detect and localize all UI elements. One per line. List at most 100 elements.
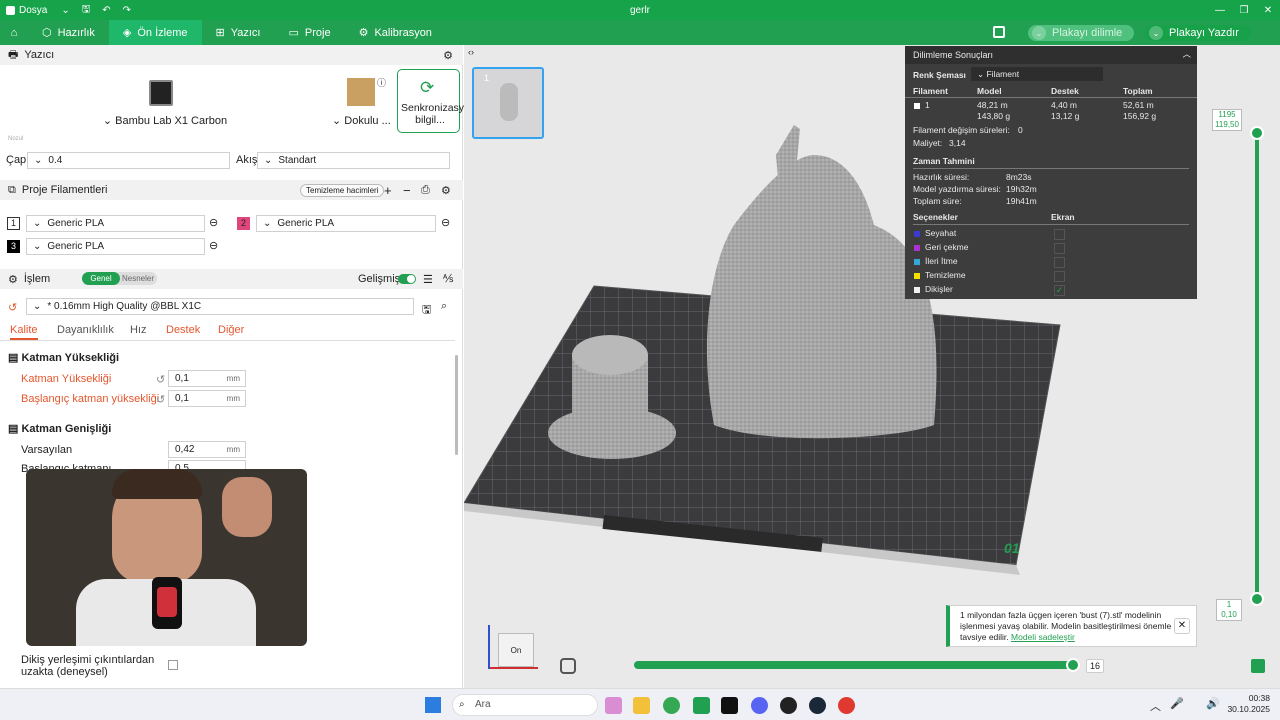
default-width-input[interactable]: 0,42 mm <box>168 441 246 458</box>
option-checkbox[interactable] <box>1054 271 1065 282</box>
home-icon[interactable]: ⌂ <box>0 20 28 45</box>
cost-value: 3,14 <box>949 138 966 148</box>
first-layer-height-label: Başlangıç katman yüksekliği <box>21 393 160 405</box>
tab-strength[interactable]: Dayanıklılık <box>57 324 114 336</box>
filament-swatch-3[interactable]: 3 <box>7 240 20 253</box>
remove-circle-icon[interactable]: ⊖ <box>209 216 218 229</box>
printer-selector[interactable]: ⌄ Bambu Lab X1 Carbon <box>4 70 326 132</box>
fit-view-icon[interactable] <box>560 658 576 674</box>
results-header: Dilimleme Sonuçları ︿ <box>905 46 1197 64</box>
tradingview-icon[interactable] <box>721 697 738 714</box>
advanced-toggle[interactable] <box>398 274 416 284</box>
general-objects-toggle[interactable]: Genel Nesneler <box>82 272 157 285</box>
bambu-studio-icon[interactable] <box>693 697 710 714</box>
filament-select-2[interactable]: ⌄ Generic PLA <box>256 215 436 232</box>
volume-icon[interactable]: 🔊 <box>1206 697 1220 710</box>
option-checkbox[interactable] <box>1054 229 1065 240</box>
layer-slider[interactable] <box>1255 133 1259 599</box>
layer-slider-top-handle[interactable] <box>1250 126 1264 140</box>
compare-icon[interactable]: ⅍ <box>443 273 453 285</box>
tray-chevron-icon[interactable]: ︿ <box>1150 698 1161 714</box>
tab-preview[interactable]: ◈ Ön İzleme <box>108 20 202 45</box>
moves-value: 16 <box>1086 659 1105 673</box>
tab-quality[interactable]: Kalite <box>10 324 38 340</box>
microphone-icon[interactable]: 🎤 <box>1170 697 1184 710</box>
tab-prepare[interactable]: ⬡ Hazırlık <box>28 20 109 45</box>
seam-checkbox[interactable] <box>168 660 178 670</box>
copilot-icon[interactable] <box>605 697 622 714</box>
collapse-icon[interactable]: ︿ <box>1182 48 1191 60</box>
option-label: Seyahat <box>925 228 957 238</box>
tab-printer[interactable]: ⊞ Yazıcı <box>202 20 275 45</box>
option-checkbox[interactable] <box>1054 243 1065 254</box>
option-checkbox-checked[interactable]: ✓ <box>1054 285 1065 296</box>
app-icon[interactable] <box>838 697 855 714</box>
filament-swatch-2[interactable]: 2 <box>237 217 250 230</box>
redo-icon[interactable]: ↷ <box>117 0 137 20</box>
color-scheme-select[interactable]: ⌄ Filament <box>971 67 1103 81</box>
sync-ams-icon[interactable]: ⎙ <box>421 184 430 197</box>
layer-slider-bottom-handle[interactable] <box>1250 592 1264 606</box>
gear-icon[interactable]: ⚙ <box>441 184 451 197</box>
clock[interactable]: 00:38 30.10.2025 <box>1222 693 1270 715</box>
close-icon[interactable]: ✕ <box>1174 618 1190 634</box>
layers-toggle-icon[interactable] <box>1251 659 1265 673</box>
search-icon[interactable]: ⌕ <box>441 300 447 313</box>
sync-button[interactable]: ⟳ Senkronizasyon bilgil... <box>397 69 476 133</box>
discord-icon[interactable] <box>751 697 768 714</box>
reset-icon[interactable]: ↺ <box>8 301 17 314</box>
save-preset-icon[interactable]: 🖫 <box>422 301 431 320</box>
option-seams: Dikişler ✓ <box>913 284 1193 297</box>
remove-circle-icon[interactable]: ⊖ <box>209 239 218 252</box>
toggle-general[interactable]: Genel <box>82 272 120 285</box>
first-layer-height-input[interactable]: 0,1 mm <box>168 390 246 407</box>
diameter-label: Çap <box>6 154 27 166</box>
tab-others[interactable]: Diğer <box>218 324 244 336</box>
filament-swatch-1[interactable]: 1 <box>7 217 20 230</box>
flush-volumes-button[interactable]: Temizleme hacimleri <box>300 183 385 197</box>
moves-slider[interactable] <box>634 658 1080 672</box>
filament-select-3[interactable]: ⌄ Generic PLA <box>26 238 205 255</box>
gear-icon[interactable]: ⚙ <box>443 49 453 62</box>
flow-select[interactable]: ⌄ Standart <box>257 152 450 169</box>
save-icon[interactable]: 🖫 <box>76 0 97 20</box>
close-icon[interactable]: ✕ <box>1256 0 1280 20</box>
obs-icon[interactable] <box>780 697 797 714</box>
remove-filament-icon[interactable]: − <box>403 183 411 198</box>
process-preset-select[interactable]: ⌄ * 0.16mm High Quality @BBL X1C <box>26 298 414 315</box>
view-cube[interactable]: On <box>484 621 538 671</box>
print-plate-button[interactable]: ⌄ Plakayı Yazdır <box>1145 25 1251 41</box>
plate-type-selector[interactable]: ⓘ ⌄ Dokulu ... <box>330 70 392 132</box>
tab-calibration[interactable]: ⚙ Kalibrasyon <box>345 20 446 45</box>
simplify-model-link[interactable]: Modeli sadeleştir <box>1011 632 1075 642</box>
reset-icon[interactable]: ↺ <box>156 373 165 386</box>
windows-start-icon[interactable] <box>425 697 441 713</box>
diameter-select[interactable]: ⌄ 0.4 <box>27 152 230 169</box>
restore-icon[interactable]: ❐ <box>1232 0 1256 20</box>
tab-support[interactable]: Destek <box>166 324 200 336</box>
remove-circle-icon[interactable]: ⊖ <box>441 216 450 229</box>
reset-icon[interactable]: ↺ <box>156 393 165 406</box>
file-explorer-icon[interactable] <box>633 697 650 714</box>
tab-speed[interactable]: Hız <box>130 324 147 336</box>
steam-icon[interactable] <box>809 697 826 714</box>
menu-dosya[interactable]: Dosya ⌄ <box>0 0 76 20</box>
minimize-icon[interactable]: — <box>1208 0 1232 20</box>
taskbar-search[interactable]: ⌕ Ara <box>452 694 598 716</box>
filament-select-1[interactable]: ⌄ Generic PLA <box>26 215 205 232</box>
option-checkbox[interactable] <box>1054 257 1065 268</box>
tab-project[interactable]: ▭ Proje <box>274 20 344 45</box>
layer-height-input[interactable]: 0,1 mm <box>168 370 246 387</box>
list-icon[interactable]: ☰ <box>423 273 433 286</box>
scrollbar[interactable] <box>455 355 458 455</box>
slice-plate-button[interactable]: ⌄ Plakayı dilimle <box>1028 25 1134 41</box>
info-icon[interactable]: ⓘ <box>377 76 386 89</box>
add-filament-icon[interactable]: + <box>384 183 392 198</box>
multi-device-icon[interactable] <box>993 26 1005 38</box>
option-label: Temizleme <box>925 270 966 280</box>
chrome-icon[interactable] <box>663 697 680 714</box>
undo-icon[interactable]: ↶ <box>96 0 116 20</box>
moves-slider-handle[interactable] <box>1066 658 1080 672</box>
toggle-objects[interactable]: Nesneler <box>122 272 154 285</box>
prep-time-label: Hazırlık süresi: <box>913 172 970 182</box>
